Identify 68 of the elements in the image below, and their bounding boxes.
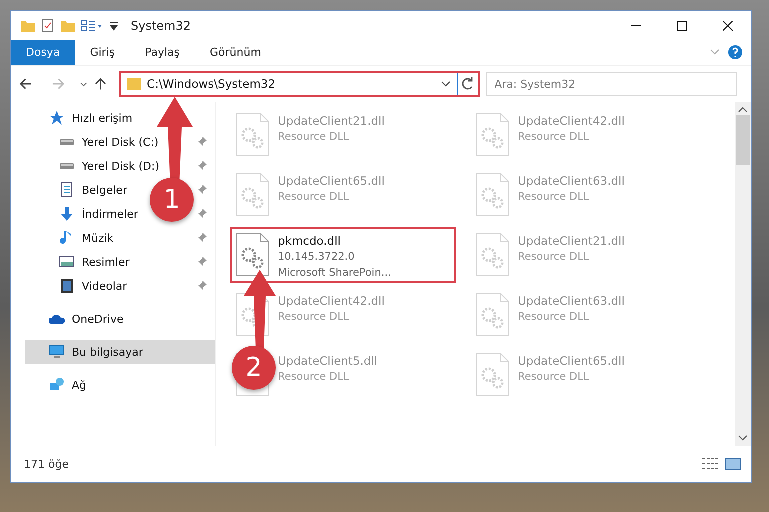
file-gears-icon [476,173,510,217]
file-detail: Resource DLL [518,250,590,265]
chevron-down-icon[interactable] [440,79,451,89]
view-options-icon[interactable] [81,18,103,32]
sidebar-item[interactable]: OneDrive [72,312,124,326]
close-icon [723,20,733,30]
properties-icon[interactable] [41,18,55,32]
film-icon [59,278,75,294]
sidebar-item[interactable]: Resimler [82,256,130,268]
item-count: 171 öğe [24,458,69,470]
sidebar-item[interactable]: Videolar [82,280,128,292]
file-detail: Resource DLL [518,190,590,205]
file-gears-icon [236,113,270,157]
down-arrow-icon [59,206,75,222]
highlighted-file-item[interactable]: pkmcdo.dll 10.145.3722.0 Microsoft SharePoin... [230,227,456,283]
file-name[interactable]: pkmcdo.dll [278,233,392,249]
file-gears-icon [236,233,270,277]
up-arrow-icon[interactable] [94,77,108,91]
sidebar-item[interactable]: Ağ [72,378,87,392]
picture-icon [59,254,75,270]
scrollbar[interactable] [735,102,751,446]
network-icon [49,377,65,393]
pin-icon[interactable] [197,185,207,195]
file-detail: Resource DLL [518,370,590,385]
file-detail: Resource DLL [278,370,350,385]
sidebar-item[interactable]: Yerel Disk (C:) [82,136,159,148]
drive-icon [59,138,75,146]
pin-icon[interactable] [197,257,207,267]
file-gears-icon [476,233,510,277]
file-detail: Resource DLL [518,130,590,145]
scrollbar-thumb[interactable] [736,115,750,165]
file-detail: Resource DLL [518,310,590,325]
pin-icon[interactable] [197,233,207,243]
scroll-up-icon[interactable] [738,107,748,113]
minimize-icon [631,24,641,26]
maximize-icon [677,20,687,30]
star-icon [49,110,65,126]
folder-icon [127,77,142,91]
details-view-icon[interactable] [701,457,719,471]
pin-icon[interactable] [197,137,207,147]
sidebar-item[interactable]: Belgeler [82,184,128,196]
ribbon-tab[interactable]: Dosya [11,40,76,65]
file-gears-icon [476,353,510,397]
pin-icon[interactable] [197,281,207,291]
file-detail: 10.145.3722.0 [278,250,356,265]
file-detail: Resource DLL [278,130,350,145]
file-detail: Resource DLL [278,310,350,325]
pin-icon[interactable] [197,209,207,219]
file-gears-icon [236,173,270,217]
search-field[interactable]: Ara: System32 [486,72,738,96]
sidebar-item[interactable]: Bu bilgisayar [72,346,144,358]
monitor-icon [49,344,65,360]
sidebar-item[interactable]: İndirmeler [82,208,138,220]
file-gears-icon [476,293,510,337]
file-detail: Resource DLL [278,190,350,205]
window-title: System32 [131,18,192,32]
address-field[interactable]: C:\Windows\System32 [119,71,480,97]
file-gears-icon [476,113,510,157]
pin-icon[interactable] [197,161,207,171]
document-icon [59,182,75,198]
back-arrow-icon[interactable] [19,77,32,91]
scroll-down-icon[interactable] [738,435,748,441]
drive-icon [59,162,75,170]
large-icons-view-icon[interactable] [725,457,741,471]
sidebar-item[interactable]: Hızlı erişim [72,112,133,124]
file-detail: Microsoft SharePoin... [278,266,392,281]
sidebar-item[interactable]: Müzik [82,232,114,244]
sidebar-item[interactable]: Yerel Disk (D:) [82,160,160,172]
